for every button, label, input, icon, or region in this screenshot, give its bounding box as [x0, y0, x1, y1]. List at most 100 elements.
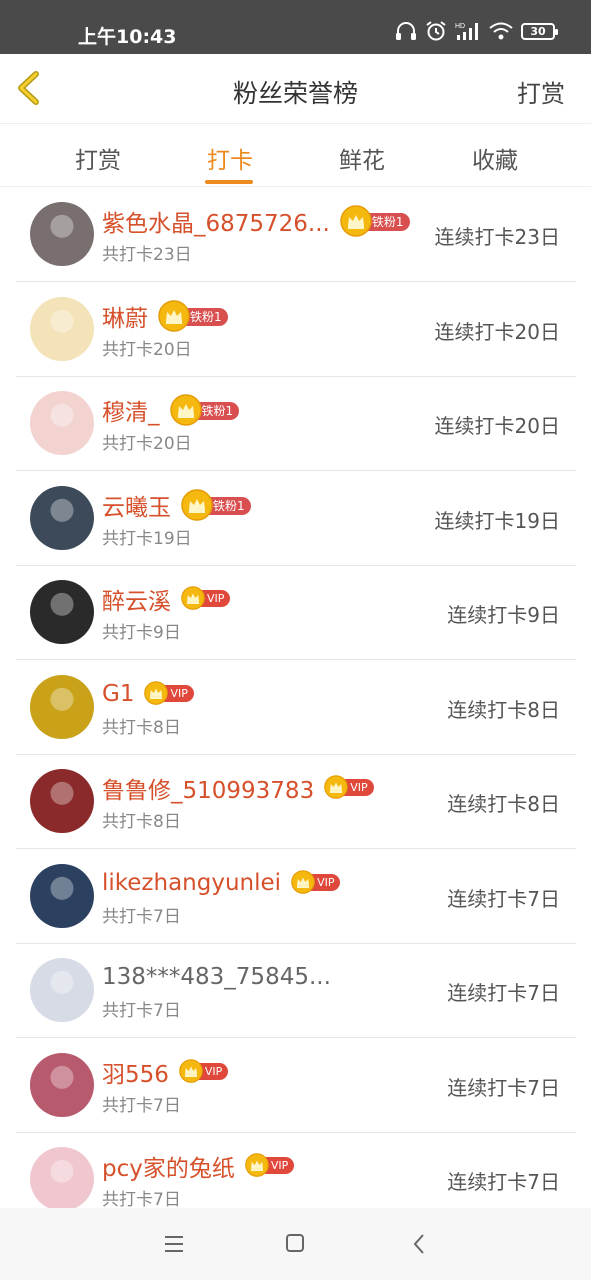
- streak-count: 连续打卡19日: [434, 508, 560, 533]
- status-icons: HD 30: [395, 20, 558, 42]
- total-checkin: 共打卡20日: [102, 339, 192, 360]
- user-name[interactable]: 琳蔚: [102, 299, 148, 333]
- streak-count: 连续打卡7日: [447, 1170, 560, 1194]
- tab-bar: 打赏 打卡 鲜花 收藏: [0, 125, 591, 187]
- total-checkin: 共打卡8日: [102, 717, 181, 738]
- tab-reward[interactable]: 打赏: [48, 141, 148, 175]
- crown-icon: [158, 299, 190, 332]
- headphones-icon: [396, 22, 416, 40]
- home-square-icon: [286, 1234, 304, 1252]
- crown-icon: [181, 488, 213, 521]
- status-time: 上午10:43: [78, 26, 177, 48]
- avatar[interactable]: [30, 202, 94, 266]
- list-item[interactable]: 紫色水晶_6875726... 铁粉1 共打卡23日 连续打卡23日: [16, 187, 576, 282]
- total-checkin: 共打卡8日: [102, 812, 181, 832]
- fan-level-badge: 铁粉1: [181, 488, 253, 521]
- crown-icon: [181, 586, 205, 610]
- menu-icon: [165, 1236, 183, 1252]
- fan-level-badge: 铁粉1: [340, 205, 412, 237]
- list-item[interactable]: 琳蔚 铁粉1 共打卡20日 连续打卡20日: [16, 282, 576, 377]
- avatar[interactable]: [30, 1147, 94, 1211]
- streak-count: 连续打卡8日: [447, 697, 560, 722]
- system-nav-bar: [0, 1208, 591, 1280]
- name-line: pcy家的兔纸 VIP: [102, 1149, 297, 1183]
- avatar[interactable]: [30, 769, 94, 833]
- user-name[interactable]: 紫色水晶_6875726...: [102, 204, 330, 238]
- name-line: 醉云溪 VIP: [102, 582, 233, 616]
- name-line: 138***483_75845...: [102, 962, 331, 992]
- user-name[interactable]: likezhangyunlei: [102, 870, 281, 896]
- avatar[interactable]: [30, 863, 94, 928]
- streak-count: 连续打卡9日: [447, 603, 560, 627]
- fan-level-badge: 铁粉1: [169, 394, 242, 426]
- fan-level-badge: VIP: [179, 1058, 231, 1083]
- page-title: 粉丝荣誉榜: [232, 79, 358, 108]
- signal-icon: HD: [455, 23, 478, 40]
- status-bar: 上午10:43 HD 30: [0, 0, 591, 54]
- fan-level-badge: VIP: [245, 1153, 297, 1177]
- total-checkin: 共打卡7日: [102, 1095, 181, 1116]
- avatar[interactable]: [30, 391, 94, 455]
- tab-favorites[interactable]: 收藏: [445, 141, 545, 175]
- tab-checkin[interactable]: 打卡: [180, 141, 280, 175]
- active-tab-indicator: [205, 180, 253, 184]
- list-item[interactable]: 鲁鲁修_510993783 VIP 共打卡8日 连续打卡8日: [16, 754, 576, 849]
- header: 粉丝荣誉榜 打赏: [0, 54, 591, 124]
- user-name[interactable]: 138***483_75845...: [102, 964, 331, 990]
- svg-text:HD: HD: [455, 23, 465, 30]
- fan-level-badge: VIP: [181, 586, 233, 610]
- list-item[interactable]: likezhangyunlei VIP 共打卡7日 连续打卡7日: [16, 849, 576, 944]
- menu-button[interactable]: [160, 1232, 188, 1256]
- name-line: likezhangyunlei VIP: [102, 868, 343, 898]
- streak-count: 连续打卡8日: [447, 792, 560, 816]
- avatar[interactable]: [30, 296, 94, 361]
- user-name[interactable]: G1: [102, 681, 134, 707]
- tab-flowers[interactable]: 鲜花: [312, 141, 412, 175]
- crown-icon: [340, 205, 372, 237]
- list-item[interactable]: 云曦玉 铁粉1 共打卡19日 连续打卡19日: [16, 471, 576, 566]
- avatar[interactable]: [30, 580, 94, 644]
- fan-level-badge: VIP: [291, 869, 343, 894]
- user-name[interactable]: 云曦玉: [102, 488, 171, 522]
- avatar[interactable]: [30, 674, 94, 739]
- list-item[interactable]: 穆清_ 铁粉1 共打卡20日 连续打卡20日: [16, 376, 576, 471]
- total-checkin: 共打卡9日: [102, 623, 181, 643]
- total-checkin: 共打卡19日: [102, 528, 192, 549]
- user-name[interactable]: 鲁鲁修_510993783: [102, 771, 314, 805]
- list-item[interactable]: 138***483_75845... 共打卡7日 连续打卡7日: [16, 943, 576, 1038]
- back-nav-button[interactable]: [405, 1232, 433, 1256]
- avatar[interactable]: [30, 958, 94, 1022]
- streak-count: 连续打卡23日: [434, 225, 560, 249]
- crown-icon: [179, 1058, 203, 1083]
- name-line: 紫色水晶_6875726... 铁粉1: [102, 204, 412, 238]
- crown-icon: [324, 775, 349, 799]
- streak-count: 连续打卡20日: [434, 414, 560, 438]
- user-name[interactable]: 醉云溪: [102, 582, 171, 616]
- crown-icon: [144, 680, 169, 705]
- total-checkin: 共打卡7日: [102, 906, 181, 927]
- reward-button[interactable]: 打赏: [517, 74, 565, 109]
- total-checkin: 共打卡20日: [102, 434, 192, 454]
- name-line: 琳蔚 铁粉1: [102, 299, 230, 333]
- home-button[interactable]: [281, 1232, 309, 1256]
- name-line: 羽556 VIP: [102, 1055, 231, 1089]
- streak-count: 连续打卡7日: [447, 981, 560, 1005]
- name-line: 鲁鲁修_510993783 VIP: [102, 771, 376, 805]
- user-name[interactable]: pcy家的兔纸: [102, 1149, 235, 1183]
- avatar[interactable]: [30, 1052, 94, 1117]
- list-item[interactable]: 羽556 VIP 共打卡7日 连续打卡7日: [16, 1038, 576, 1133]
- user-name[interactable]: 羽556: [102, 1055, 169, 1089]
- total-checkin: 共打卡23日: [102, 245, 192, 265]
- avatar[interactable]: [30, 485, 94, 550]
- streak-count: 连续打卡7日: [447, 886, 560, 911]
- name-line: 云曦玉 铁粉1: [102, 488, 253, 522]
- crown-icon: [245, 1153, 269, 1177]
- total-checkin: 共打卡7日: [102, 1001, 181, 1021]
- user-name[interactable]: 穆清_: [102, 393, 160, 427]
- name-line: 穆清_ 铁粉1: [102, 393, 242, 427]
- list-item[interactable]: 醉云溪 VIP 共打卡9日 连续打卡9日: [16, 565, 576, 660]
- fan-level-badge: VIP: [144, 680, 196, 705]
- list-item[interactable]: G1 VIP 共打卡8日 连续打卡8日: [16, 660, 576, 755]
- alarm-icon: [426, 21, 446, 41]
- back-arrow-icon: [413, 1234, 424, 1254]
